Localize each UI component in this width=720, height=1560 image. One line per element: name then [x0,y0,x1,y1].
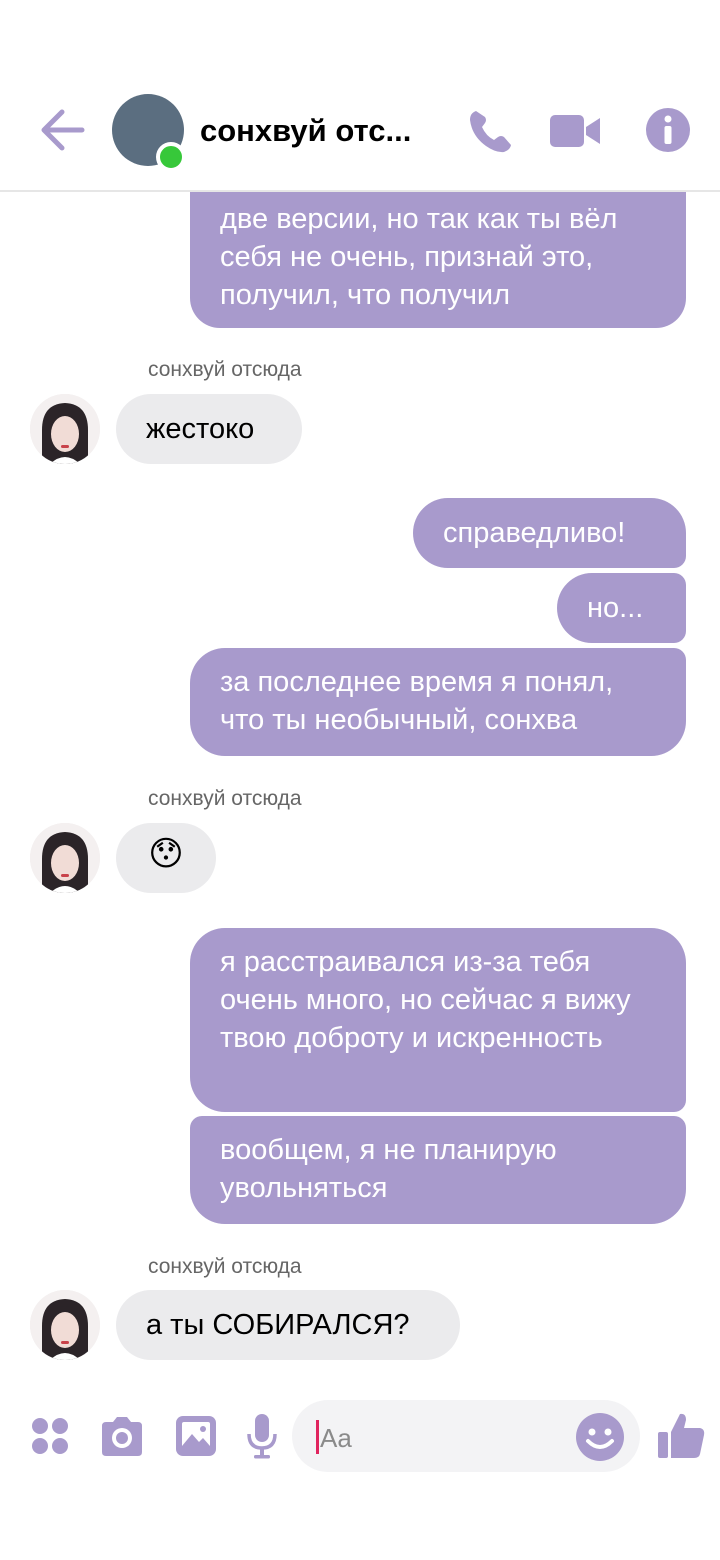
message-bubble-outgoing[interactable]: вообщем, я не планирую увольняться [190,1116,686,1224]
info-button[interactable] [644,106,694,156]
message-bubble-incoming[interactable]: жестоко [116,394,302,464]
message-text: но... [587,592,644,624]
avatar-photo [30,823,100,893]
message-bubble-outgoing[interactable]: за последнее время я понял, что ты необы… [190,648,686,756]
thumbs-up-icon [658,1413,705,1458]
online-status-indicator [156,142,186,172]
video-call-button[interactable] [548,106,600,156]
image-icon [176,1416,216,1456]
microphone-icon [247,1414,277,1459]
message-text: я расстраивался из-за тебя очень много, … [220,946,631,1054]
text-cursor [316,1420,319,1454]
message-bubble-incoming[interactable]: а ты СОБИРАЛСЯ? [116,1290,460,1360]
message-input-placeholder: Aa [320,1423,352,1453]
message-text: за последнее время я понял, что ты необы… [220,666,614,736]
emoji: 😯 [148,835,184,873]
chat-header: сонхвуй отс... [0,0,720,192]
contact-avatar[interactable] [30,1290,100,1360]
message-bubble-outgoing[interactable]: но... [557,573,686,643]
call-button[interactable] [466,106,516,156]
back-button[interactable] [38,108,86,152]
smiley-icon [576,1413,624,1461]
message-text: жестоко [146,413,255,445]
contact-avatar[interactable] [30,394,100,464]
message-bubble-outgoing[interactable]: справедливо! [413,498,686,568]
gallery-button[interactable] [174,1414,218,1463]
message-text: справедливо! [443,517,626,549]
sender-name: сонхвуй отсюда [148,358,302,381]
message-text: вообщем, я не планирую увольняться [220,1134,557,1204]
message-list[interactable]: две версии, но так как ты вёл себя не оч… [0,0,720,1390]
contact-avatar[interactable] [30,823,100,893]
more-apps-button[interactable] [30,1416,70,1461]
message-text: а ты СОБИРАЛСЯ? [146,1309,410,1341]
video-camera-icon [550,115,600,147]
sender-name: сонхвуй отсюда [148,787,302,810]
like-button[interactable] [656,1410,706,1465]
camera-button[interactable] [98,1414,146,1463]
arrow-left-icon [41,109,85,151]
info-icon [646,108,690,152]
sender-name: сонхвуй отсюда [148,1255,302,1278]
emoji-button[interactable] [575,1412,625,1467]
contact-name[interactable]: сонхвуй отс... [200,112,430,150]
avatar-photo [30,1290,100,1360]
camera-icon [102,1417,142,1456]
avatar-photo [30,394,100,464]
message-bubble-outgoing[interactable]: я расстраивался из-за тебя очень много, … [190,928,686,1112]
grid-dots-icon [32,1418,68,1454]
voice-message-button[interactable] [246,1412,278,1465]
message-bubble-incoming[interactable]: 😯 [116,823,216,893]
message-text: две версии, но так как ты вёл себя не оч… [220,203,618,311]
phone-icon [470,111,511,153]
